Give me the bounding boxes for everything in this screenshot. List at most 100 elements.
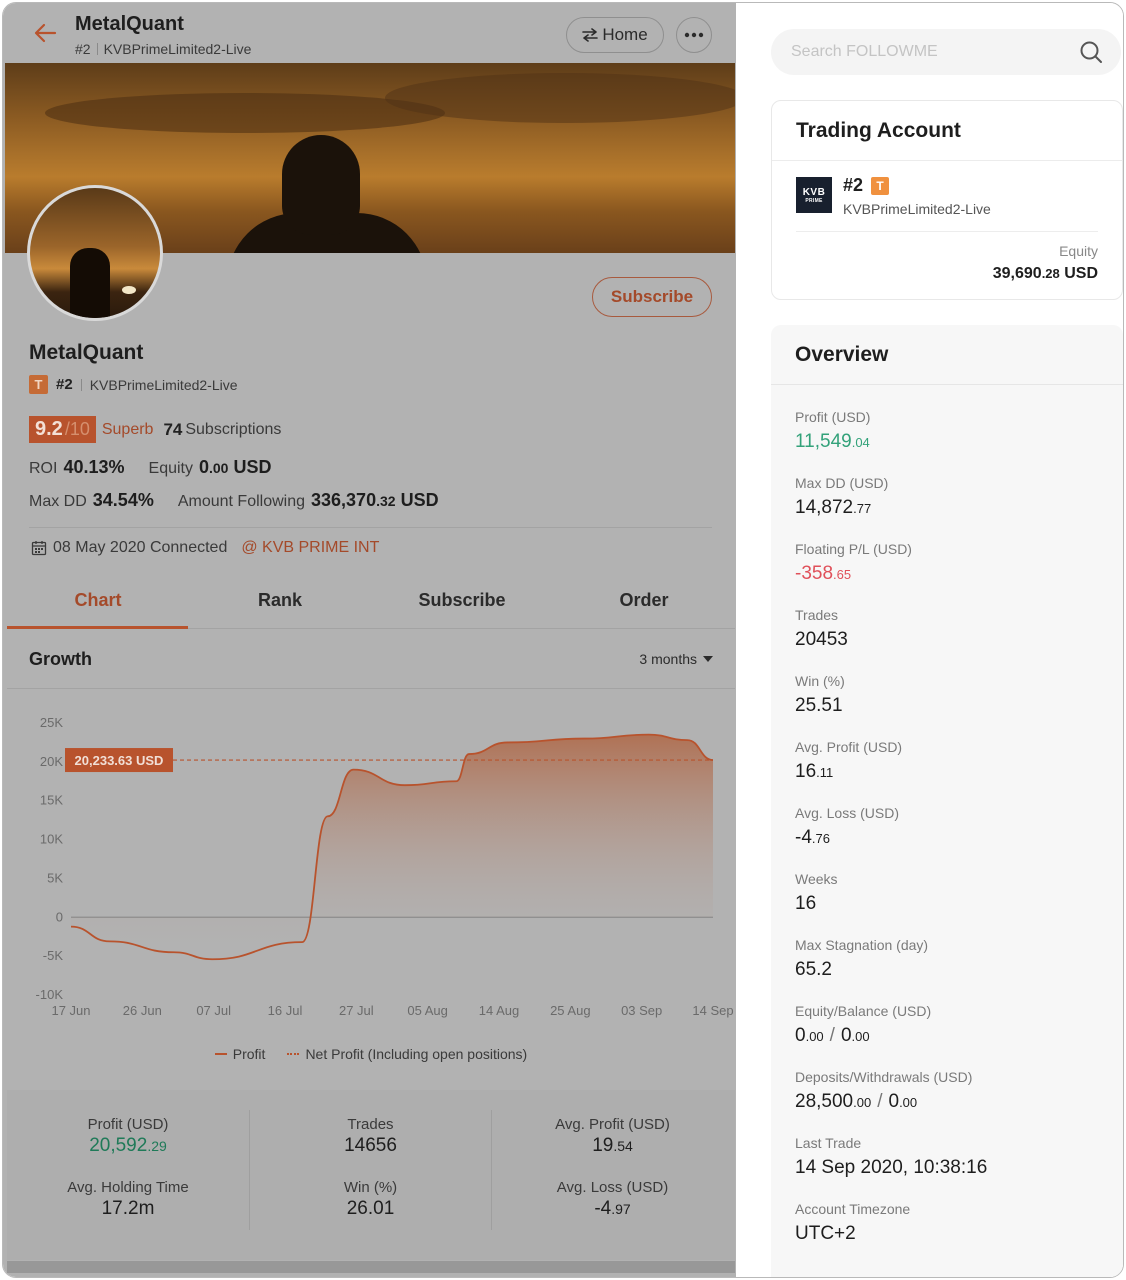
y-tick-label: -10K — [36, 987, 64, 1002]
score-badge: 9.2/10 — [29, 416, 96, 443]
overview-item: Trades 20453 — [795, 607, 848, 650]
profile-account-name: KVBPrimeLimited2-Live — [89, 376, 238, 393]
summary-win: 26.01 — [346, 1198, 395, 1219]
top-bar: MetalQuant #2 KVBPrimeLimited2-Live Home — [3, 3, 736, 63]
roi-value: 40.13% — [63, 457, 125, 477]
more-button[interactable] — [676, 17, 712, 53]
overview-item: Profit (USD) 11,549.04 — [795, 409, 871, 452]
overview-item: Win (%) 25.51 — [795, 673, 845, 716]
x-tick-label: 16 Jul — [268, 1003, 303, 1018]
ellipsis-icon — [684, 32, 704, 38]
app-window: MetalQuant #2 KVBPrimeLimited2-Live Home — [2, 2, 1124, 1278]
broker-link[interactable]: @ KVB PRIME INT — [241, 539, 379, 557]
equity-value: 0.00 USD — [198, 457, 272, 477]
legend-net-profit[interactable]: Net Profit (Including open positions) — [287, 1046, 527, 1062]
overview-item: Equity/Balance (USD) 0.00/0.00 — [795, 1003, 932, 1046]
avatar[interactable] — [27, 185, 163, 321]
connected-date: 08 May 2020 Connected — [53, 539, 228, 556]
tab-rank[interactable]: Rank — [189, 573, 371, 628]
y-tick-label: -5K — [43, 948, 64, 963]
broker-logo: KVB PRIME — [796, 177, 832, 213]
calendar-icon — [31, 541, 47, 556]
legend-profit[interactable]: Profit — [214, 1046, 265, 1062]
overview-card: Overview Profit (USD) 11,549.04 Max DD (US… — [771, 325, 1123, 1277]
swap-icon — [582, 28, 599, 42]
home-button[interactable]: Home — [566, 17, 664, 53]
maxdd-value: 34.54% — [92, 490, 154, 510]
trading-account-card: Trading Account KVB PRIME #2 T KVBPrimeLi… — [771, 100, 1123, 300]
x-tick-label: 14 Aug — [479, 1003, 520, 1018]
summary-avg-loss: -4.97 — [594, 1198, 631, 1219]
following-value: 336,370.32 USD — [311, 490, 439, 510]
overview-item: Avg. Profit (USD) 16.11 — [795, 739, 903, 782]
profile-account-line: T #2 KVBPrimeLimited2-Live — [29, 375, 238, 394]
maxdd-following-row: Max DD 34.54% Amount Following 336,370.3… — [29, 490, 439, 510]
overview-title: Overview — [771, 325, 1123, 385]
overview-item: Max Stagnation (day) 65.2 — [795, 937, 929, 980]
page-title: MetalQuant — [75, 13, 184, 35]
overview-item: Deposits/Withdrawals (USD) 28,500.00/0.00 — [795, 1069, 973, 1112]
x-tick-label: 14 Sep — [692, 1003, 733, 1018]
account-subtitle: #2 KVBPrimeLimited2-Live — [75, 41, 251, 57]
search-box — [771, 29, 1121, 75]
connection-row: 08 May 2020 Connected @ KVB PRIME INT — [31, 539, 379, 557]
y-tick-label: 20K — [40, 754, 63, 769]
divider — [29, 527, 712, 528]
summary-trades: 14656 — [344, 1135, 397, 1156]
trading-account-title: Trading Account — [772, 101, 1122, 161]
x-tick-label: 25 Aug — [550, 1003, 591, 1018]
profile-panel: MetalQuant #2 KVBPrimeLimited2-Live Home — [3, 3, 736, 1277]
back-arrow-icon[interactable] — [31, 19, 59, 47]
summary-stats: Profit (USD) 20,592.29 Avg. Holding Time… — [7, 1090, 735, 1260]
summary-holding-time: 17.2m — [101, 1198, 155, 1219]
tab-chart[interactable]: Chart — [7, 573, 189, 629]
summary-profit: 20,592.29 — [89, 1135, 167, 1156]
subscriptions-label: Subscriptions — [185, 420, 282, 438]
y-tick-label: 5K — [47, 870, 63, 885]
y-tick-label: 10K — [40, 832, 63, 847]
current-value-label: 20,233.63 USD — [75, 753, 164, 768]
trader-badge: T — [29, 375, 48, 394]
summary-col-1: Profit (USD) 20,592.29 Avg. Holding Time… — [7, 1110, 249, 1230]
tab-subscribe[interactable]: Subscribe — [371, 573, 553, 628]
sidebar: Trading Account KVBPRIME #2 T KVBPrimeLi… — [749, 3, 1123, 1277]
y-tick-label: 25K — [40, 715, 63, 730]
overview-item: Avg. Loss (USD) -4.76 — [795, 805, 899, 848]
subscriptions-count: 74 — [163, 419, 183, 439]
overview-item: Floating P/L (USD) -358.65 — [795, 541, 912, 584]
summary-col-2: Trades 14656 Win (%) 26.01 — [249, 1110, 491, 1230]
overview-item: Account Timezone UTC+2 — [795, 1201, 911, 1244]
subscribe-button[interactable]: Subscribe — [592, 277, 712, 317]
y-tick-label: 15K — [40, 793, 63, 808]
account-name: KVBPrimeLimited2-Live — [103, 41, 252, 57]
profile-name: MetalQuant — [29, 341, 144, 364]
caret-down-icon — [703, 656, 713, 662]
rating-label: Superb — [101, 420, 154, 438]
x-tick-label: 03 Sep — [621, 1003, 662, 1018]
x-tick-label: 05 Aug — [407, 1003, 448, 1018]
score-row: 9.2/10 Superb 74 Subscriptions — [29, 416, 281, 443]
chart-legend: Profit Net Profit (Including open positi… — [7, 1046, 735, 1062]
summary-col-3: Avg. Profit (USD) 19.54 Avg. Loss (USD) … — [491, 1110, 733, 1230]
sidebar-account-number: #2 T — [843, 175, 890, 196]
profile-account-number: #2 — [56, 376, 73, 393]
overview-item: Last Trade 14 Sep 2020, 10:38:16 — [795, 1135, 988, 1178]
sidebar-account-name: KVBPrimeLimited2-Live — [843, 201, 991, 217]
growth-chart[interactable]: 25K 20K 15K 10K 5K 0 -5K -10K 17 Jun 26 Jun 07 Ju… — [7, 693, 735, 1023]
horizontal-scrollbar[interactable] — [7, 1261, 735, 1273]
tab-order[interactable]: Order — [553, 573, 735, 628]
overview-item: Max DD (USD) 14,872.77 — [795, 475, 889, 518]
summary-avg-profit: 19.54 — [592, 1135, 633, 1156]
sidebar-trader-badge: T — [871, 176, 890, 195]
overview-item: Weeks 16 — [795, 871, 838, 914]
home-label: Home — [602, 25, 648, 44]
sidebar-equity-value: 39,690.28 USD — [992, 265, 1098, 282]
search-icon[interactable] — [1079, 40, 1103, 64]
growth-header: Growth 3 months — [7, 629, 735, 689]
tab-bar: Chart Rank Subscribe Order — [7, 573, 735, 629]
search-input[interactable] — [771, 29, 1071, 75]
x-tick-label: 27 Jul — [339, 1003, 374, 1018]
x-tick-label: 07 Jul — [196, 1003, 231, 1018]
range-select[interactable]: 3 months — [639, 651, 713, 667]
growth-title: Growth — [29, 649, 92, 669]
